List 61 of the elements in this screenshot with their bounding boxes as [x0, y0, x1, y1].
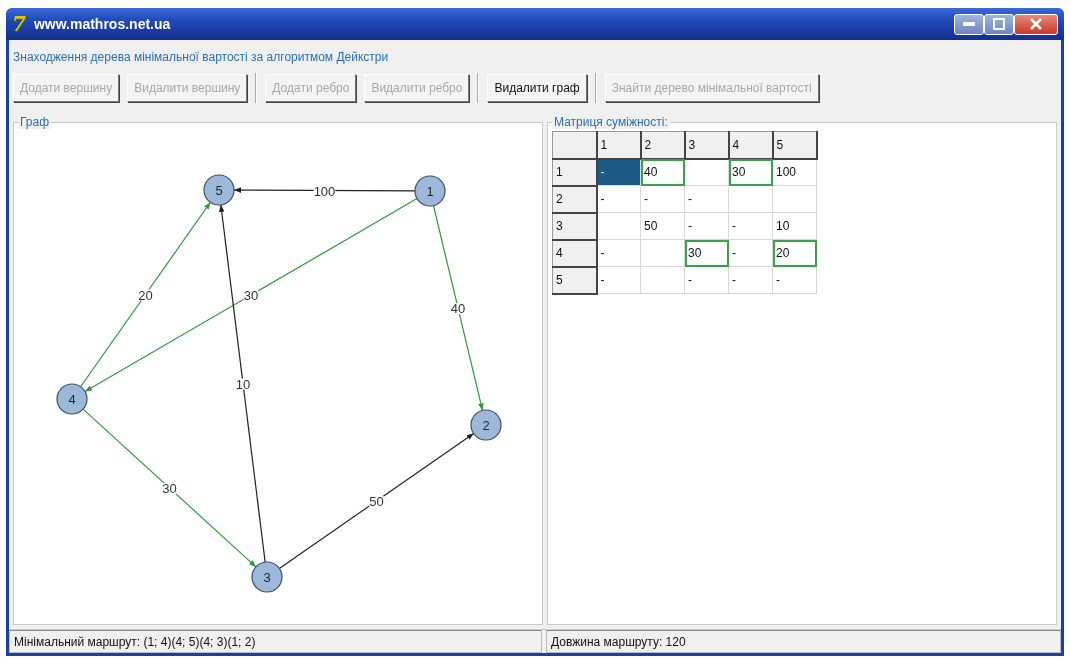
- table-cell[interactable]: -: [728, 212, 773, 240]
- row-header: 3: [552, 212, 597, 240]
- table-cell[interactable]: 10: [772, 212, 817, 240]
- table-cell[interactable]: -: [684, 212, 729, 240]
- edge-weight: 40: [450, 301, 466, 316]
- row-header: 4: [552, 239, 597, 267]
- close-icon: [1030, 18, 1042, 30]
- edge-weight: 20: [138, 287, 153, 303]
- table-cell[interactable]: 20: [772, 239, 817, 267]
- table-cell[interactable]: -: [596, 239, 641, 267]
- table-cell[interactable]: [640, 266, 685, 294]
- table-cell[interactable]: -: [684, 266, 729, 294]
- column-header: 1: [596, 131, 641, 159]
- corner-cell: [552, 131, 597, 159]
- close-button[interactable]: [1014, 13, 1058, 35]
- column-header: 2: [640, 131, 685, 159]
- table-cell[interactable]: -: [684, 185, 729, 213]
- edge-weight: 30: [243, 288, 259, 303]
- table-cell[interactable]: -: [596, 185, 641, 213]
- table-cell[interactable]: [684, 158, 729, 186]
- subtitle-text: Знаходження дерева мінімальної вартості за алгоритмом Дейкстри: [12, 49, 390, 66]
- panel-title: Граф: [18, 115, 52, 129]
- table-cell[interactable]: [728, 185, 773, 213]
- toolbar-button[interactable]: Видалити граф: [487, 74, 587, 102]
- minimize-button[interactable]: [954, 13, 984, 35]
- edge-weight: 10: [235, 376, 251, 392]
- row-header: 5: [552, 266, 597, 294]
- graph-node[interactable]: 1: [414, 175, 446, 207]
- column-header: 5: [772, 131, 817, 159]
- row-header: 1: [552, 158, 597, 186]
- edge-weight: 30: [162, 481, 177, 496]
- maximize-button[interactable]: [984, 13, 1014, 35]
- table-cell[interactable]: -: [772, 266, 817, 294]
- table-cell[interactable]: 40: [640, 158, 685, 186]
- edge-weight: 50: [369, 494, 384, 509]
- window-title: www.mathros.net.ua: [33, 14, 171, 34]
- table-cell[interactable]: 50: [640, 212, 685, 240]
- table-cell[interactable]: 30: [728, 158, 773, 186]
- table-cell[interactable]: 100: [772, 158, 817, 186]
- panel-title: Матриця суміжності:: [552, 115, 670, 129]
- table-cell[interactable]: [772, 185, 817, 213]
- table-cell[interactable]: -: [596, 266, 641, 294]
- edge-weight: 100: [313, 183, 336, 199]
- maximize-icon: [993, 18, 1005, 30]
- status-text: Довжина маршруту: 120: [546, 630, 1061, 653]
- table-cell[interactable]: -: [728, 266, 773, 294]
- minimize-icon: [963, 22, 975, 26]
- column-header: 3: [684, 131, 729, 159]
- table-cell[interactable]: -: [640, 185, 685, 213]
- table-cell[interactable]: [640, 239, 685, 267]
- graph-node[interactable]: 4: [56, 383, 88, 415]
- table-cell[interactable]: -: [728, 239, 773, 267]
- graph-node[interactable]: 5: [203, 174, 235, 206]
- table-cell[interactable]: 30: [684, 239, 729, 267]
- graph-node[interactable]: 2: [470, 409, 502, 441]
- graph-node[interactable]: 3: [251, 561, 283, 593]
- status-text: Мінімальний маршрут: (1; 4)(4; 5)(4; 3)(1; 2): [9, 630, 542, 653]
- app-logo: 7: [12, 14, 26, 34]
- table-cell[interactable]: [596, 212, 641, 240]
- row-header: 2: [552, 185, 597, 213]
- column-header: 4: [728, 131, 773, 159]
